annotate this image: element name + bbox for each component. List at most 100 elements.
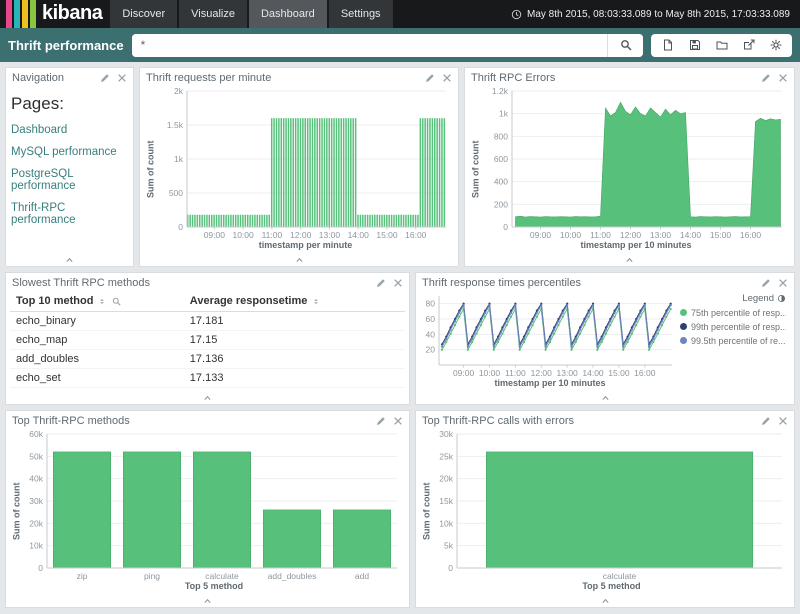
close-panel-icon[interactable] (393, 278, 403, 288)
search-input[interactable] (132, 34, 607, 57)
svg-text:10:00: 10:00 (479, 368, 501, 378)
edit-panel-icon[interactable] (376, 278, 386, 288)
panel-thrift-rpc-errors: Thrift RPC Errors Sum of count 020040060… (464, 67, 795, 267)
save-icon (689, 39, 701, 51)
nav-tab-discover[interactable]: Discover (110, 0, 177, 28)
column-search-icon[interactable] (112, 295, 121, 307)
svg-text:30k: 30k (439, 429, 453, 439)
search-button[interactable] (607, 34, 643, 57)
svg-text:400: 400 (494, 177, 508, 187)
svg-text:1.2k: 1.2k (492, 86, 509, 96)
svg-text:13:00: 13:00 (319, 230, 341, 240)
search-icon (620, 39, 632, 51)
panel-top-thrift-rpc-calls-with-errors: Top Thrift-RPC calls with errors Sum of … (415, 410, 795, 608)
svg-text:14:00: 14:00 (582, 368, 604, 378)
new-document-icon (662, 39, 674, 51)
svg-text:0: 0 (448, 563, 453, 573)
svg-text:11:00: 11:00 (590, 230, 611, 240)
legend-item-99-5th[interactable]: 99.5th percentile of re... (680, 336, 786, 346)
column-header-responsetime[interactable]: Average responsetime (184, 291, 405, 312)
column-header-method[interactable]: Top 10 method (10, 291, 184, 312)
legend-item-75th[interactable]: 75th percentile of resp... (680, 308, 786, 318)
collapse-panel-button[interactable] (6, 253, 133, 266)
panel-thrift-requests-per-minute: Thrift requests per minute Sum of count … (139, 67, 459, 267)
collapse-panel-button[interactable] (6, 594, 409, 607)
svg-text:add_doubles: add_doubles (268, 571, 317, 581)
top-navbar: kibana Discover Visualize Dashboard Sett… (0, 0, 800, 28)
edit-panel-icon[interactable] (100, 73, 110, 83)
nav-link-postgresql-performance[interactable]: PostgreSQL performance (11, 168, 128, 192)
svg-text:12:00: 12:00 (531, 368, 553, 378)
svg-text:20: 20 (426, 345, 436, 355)
edit-panel-icon[interactable] (376, 416, 386, 426)
responsetime-cell: 17.136 (184, 350, 405, 369)
share-icon (743, 39, 755, 51)
top-errors-bar-chart[interactable]: 05k10k15k20k25k30kcalculate (433, 429, 790, 581)
svg-text:40: 40 (426, 329, 436, 339)
panel-thrift-response-times-percentiles: Thrift response times percentiles 204060… (415, 272, 795, 405)
svg-text:1.5k: 1.5k (167, 120, 184, 130)
svg-text:zip: zip (77, 571, 88, 581)
svg-text:09:00: 09:00 (530, 230, 552, 240)
time-picker[interactable]: May 8th 2015, 08:03:33.089 to May 8th 20… (511, 0, 800, 28)
sort-icon[interactable] (98, 295, 106, 307)
svg-text:60: 60 (426, 314, 436, 324)
svg-text:40k: 40k (29, 474, 43, 484)
errors-area-chart[interactable]: 02004006008001k1.2k09:0010:0011:0012:001… (482, 86, 790, 240)
close-panel-icon[interactable] (117, 73, 127, 83)
sort-icon[interactable] (312, 295, 320, 307)
load-dashboard-button[interactable] (708, 34, 735, 57)
collapse-panel-button[interactable] (416, 594, 794, 607)
collapse-panel-button[interactable] (416, 391, 794, 404)
percentiles-line-chart[interactable]: 2040608009:0010:0011:0012:0013:0014:0015… (420, 291, 680, 378)
nav-link-dashboard[interactable]: Dashboard (11, 124, 128, 136)
dashboard-toolbar: Thrift performance (0, 28, 800, 62)
kibana-logo[interactable]: kibana (0, 0, 110, 28)
legend-toggle[interactable]: Legend (680, 293, 786, 304)
options-button[interactable] (762, 34, 789, 57)
chevron-up-icon (624, 256, 635, 264)
top-methods-bar-chart[interactable]: 010k20k30k40k50k60kzippingcalculateadd_d… (23, 429, 405, 581)
nav-tab-dashboard[interactable]: Dashboard (249, 0, 327, 28)
dashboard-grid: Navigation Pages: Dashboard MySQL perfor… (0, 62, 800, 614)
nav-link-thrift-rpc-performance[interactable]: Thrift-RPC performance (11, 202, 128, 226)
nav-tab-visualize[interactable]: Visualize (179, 0, 247, 28)
close-panel-icon[interactable] (778, 73, 788, 83)
svg-text:50k: 50k (29, 451, 43, 461)
collapse-panel-button[interactable] (140, 253, 458, 266)
nav-link-mysql-performance[interactable]: MySQL performance (11, 146, 128, 158)
svg-text:14:00: 14:00 (680, 230, 702, 240)
y-axis-label: Sum of count (420, 429, 433, 594)
legend-item-99th[interactable]: 99th percentile of resp... (680, 322, 786, 332)
svg-text:600: 600 (494, 154, 508, 164)
new-dashboard-button[interactable] (654, 34, 681, 57)
close-panel-icon[interactable] (442, 73, 452, 83)
x-axis-label: Top 5 method (433, 581, 790, 594)
edit-panel-icon[interactable] (761, 278, 771, 288)
chevron-up-icon (202, 394, 213, 402)
responsetime-cell: 17.133 (184, 369, 405, 388)
edit-panel-icon[interactable] (761, 416, 771, 426)
close-panel-icon[interactable] (778, 416, 788, 426)
close-panel-icon[interactable] (393, 416, 403, 426)
save-dashboard-button[interactable] (681, 34, 708, 57)
svg-text:0: 0 (38, 563, 43, 573)
x-axis-label: timestamp per 10 minutes (420, 378, 680, 391)
panel-title: Thrift requests per minute (146, 72, 425, 84)
svg-text:calculate: calculate (603, 571, 637, 581)
svg-text:20k: 20k (29, 518, 43, 528)
share-dashboard-button[interactable] (735, 34, 762, 57)
close-panel-icon[interactable] (778, 278, 788, 288)
folder-open-icon (716, 39, 728, 51)
collapse-panel-button[interactable] (6, 391, 409, 404)
edit-panel-icon[interactable] (761, 73, 771, 83)
nav-tab-settings[interactable]: Settings (329, 0, 393, 28)
svg-text:1k: 1k (174, 154, 184, 164)
svg-text:16:00: 16:00 (634, 368, 656, 378)
edit-panel-icon[interactable] (425, 73, 435, 83)
requests-histogram-chart[interactable]: 05001k1.5k2k09:0010:0011:0012:0013:0014:… (157, 86, 454, 240)
svg-text:16:00: 16:00 (405, 230, 427, 240)
svg-text:13:00: 13:00 (557, 368, 579, 378)
collapse-panel-button[interactable] (465, 253, 794, 266)
svg-text:12:00: 12:00 (290, 230, 312, 240)
